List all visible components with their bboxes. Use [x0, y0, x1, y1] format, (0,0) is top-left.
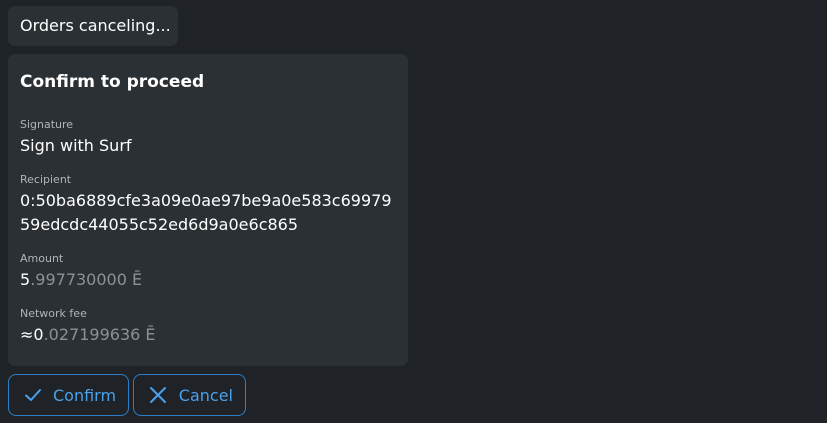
amount-label: Amount — [20, 252, 64, 265]
recipient-address: 0:50ba6889cfe3a09e0ae97be9a0e583c69979 5… — [20, 189, 396, 237]
network-fee-value: ≈0.027199636 Ē — [20, 323, 396, 347]
recipient-label: Recipient — [20, 173, 72, 186]
signature-field: Signature Sign with Surf — [20, 119, 396, 158]
network-fee-unit: Ē — [140, 325, 156, 344]
network-fee-label: Network fee — [20, 307, 87, 320]
cancel-button[interactable]: Cancel — [133, 374, 246, 416]
amount-fraction: .997730000 — [30, 270, 127, 289]
status-text: Orders canceling... — [20, 16, 171, 35]
network-fee-field: Network fee ≈0.027199636 Ē — [20, 308, 396, 347]
network-fee-fraction: .027199636 — [43, 325, 141, 344]
recipient-address-line-1: 0:50ba6889cfe3a09e0ae97be9a0e583c69979 — [20, 191, 392, 210]
amount-integer: 5 — [20, 270, 31, 289]
amount-value: 5.997730000 Ē — [20, 268, 396, 292]
amount-field: Amount 5.997730000 Ē — [20, 253, 396, 292]
confirm-button-label: Confirm — [53, 385, 117, 405]
signature-label: Signature — [20, 118, 74, 131]
check-icon — [23, 384, 43, 406]
recipient-field: Recipient 0:50ba6889cfe3a09e0ae97be9a0e5… — [20, 174, 396, 237]
close-icon — [148, 384, 169, 406]
amount-unit: Ē — [126, 270, 143, 289]
signature-value: Sign with Surf — [20, 136, 132, 155]
action-bar: Confirm Cancel — [8, 374, 246, 416]
status-message: Orders canceling... — [8, 6, 178, 46]
card-title: Confirm to proceed — [20, 72, 205, 92]
recipient-address-line-2: 59edcdc44055c52ed6d9a0e6c865 — [20, 215, 299, 234]
cancel-button-label: Cancel — [178, 385, 233, 405]
confirm-button[interactable]: Confirm — [8, 374, 129, 416]
network-fee-integer: 0 — [33, 325, 44, 344]
confirm-card: Confirm to proceed Signature Sign with S… — [8, 54, 408, 366]
network-fee-prefix: ≈ — [20, 325, 34, 344]
